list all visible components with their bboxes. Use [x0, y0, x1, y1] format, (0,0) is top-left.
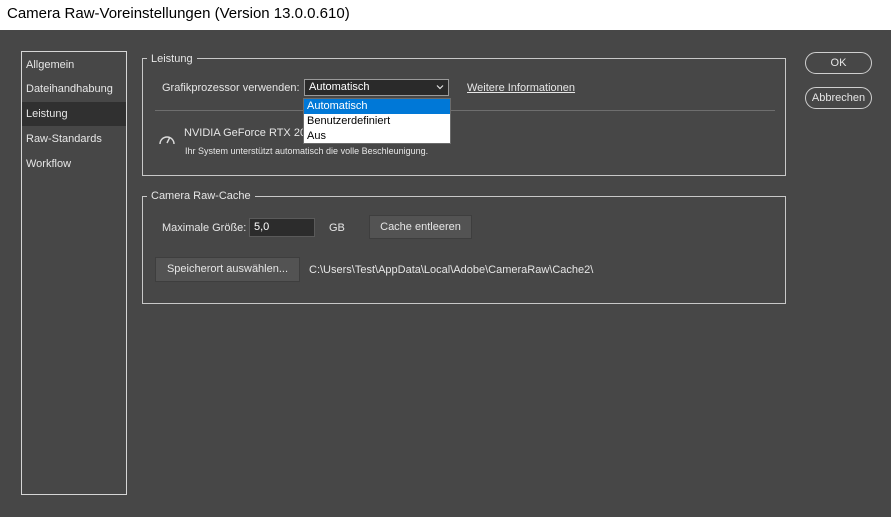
gpu-name: NVIDIA GeForce RTX 206 [184, 127, 313, 139]
sidebar-item-workflow[interactable]: Workflow [22, 152, 126, 176]
divider [155, 110, 775, 111]
cache-path: C:\Users\Test\AppData\Local\Adobe\Camera… [309, 264, 594, 276]
sidebar-item-raw-standards[interactable]: Raw-Standards [22, 127, 126, 151]
window-titlebar: Camera Raw-Voreinstellungen (Version 13.… [0, 0, 891, 30]
max-size-value: 5,0 [254, 221, 270, 233]
size-unit: GB [329, 222, 345, 234]
ok-button[interactable]: OK [805, 52, 872, 74]
sidebar: Allgemein Dateihandhabung Leistung Raw-S… [21, 51, 127, 495]
sidebar-item-allgemein[interactable]: Allgemein [22, 53, 126, 77]
cache-legend: Camera Raw-Cache [147, 189, 255, 203]
chevron-down-icon [436, 85, 444, 90]
gpu-label: Grafikprozessor verwenden: [162, 82, 300, 94]
sidebar-item-label: Allgemein [26, 59, 75, 71]
sidebar-item-label: Dateihandhabung [26, 83, 113, 95]
gpu-option-aus[interactable]: Aus [304, 129, 450, 144]
speedometer-icon [159, 136, 175, 145]
max-size-label: Maximale Größe: [162, 222, 247, 234]
sidebar-item-dateihandhabung[interactable]: Dateihandhabung [22, 77, 126, 101]
sidebar-item-label: Workflow [26, 158, 72, 170]
sidebar-item-leistung[interactable]: Leistung [22, 102, 126, 126]
cancel-button[interactable]: Abbrechen [805, 87, 872, 109]
gpu-option-automatisch[interactable]: Automatisch [304, 99, 450, 114]
cache-group [142, 196, 786, 304]
window-title: Camera Raw-Voreinstellungen (Version 13.… [7, 5, 350, 22]
choose-location-button[interactable]: Speicherort auswählen... [155, 257, 300, 282]
gpu-select-value: Automatisch [309, 81, 370, 93]
purge-cache-button[interactable]: Cache entleeren [369, 215, 472, 239]
gpu-option-benutzerdefiniert[interactable]: Benutzerdefiniert [304, 114, 450, 129]
performance-legend: Leistung [147, 52, 197, 66]
max-size-input[interactable]: 5,0 [249, 218, 315, 237]
more-info-link[interactable]: Weitere Informationen [467, 82, 575, 94]
sidebar-item-label: Leistung [26, 108, 68, 120]
gpu-select[interactable]: Automatisch [304, 79, 449, 96]
gpu-status: Ihr System unterstützt automatisch die v… [185, 146, 429, 156]
sidebar-item-label: Raw-Standards [26, 133, 102, 145]
performance-group [142, 58, 786, 176]
gpu-dropdown-list: Automatisch Benutzerdefiniert Aus [303, 98, 451, 144]
